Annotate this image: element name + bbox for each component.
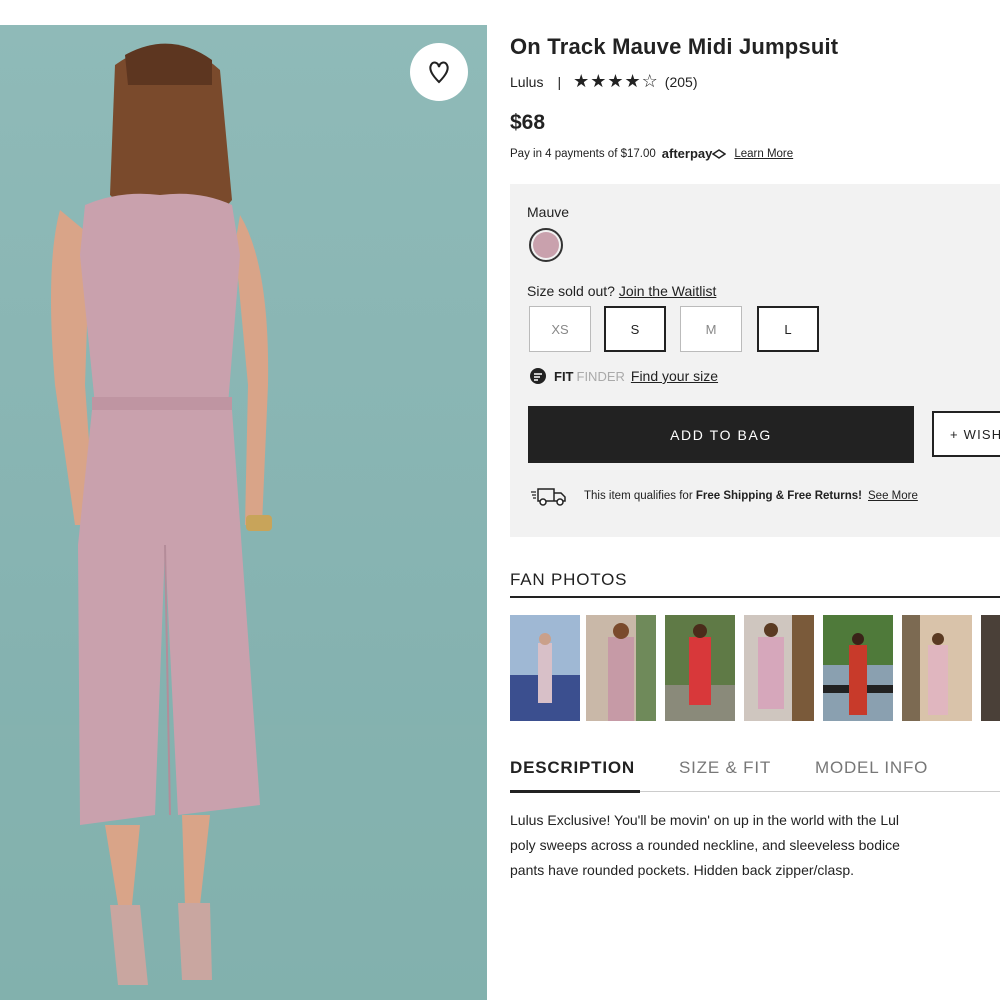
afterpay-logo: afterpay xyxy=(661,146,713,161)
product-title: On Track Mauve Midi Jumpsuit xyxy=(510,34,839,59)
favorite-heart-button[interactable] xyxy=(410,43,468,101)
product-main-photo xyxy=(0,25,487,1000)
fan-photo-thumbnail[interactable] xyxy=(510,615,580,721)
fan-photo-thumbnail[interactable] xyxy=(744,615,814,721)
size-soldout-row: Size sold out? Join the Waitlist xyxy=(527,283,716,299)
fan-photo-thumbnail[interactable] xyxy=(586,615,656,721)
fit-finder-label-light: FINDER xyxy=(576,368,625,384)
product-description: Lulus Exclusive! You'll be movin' on up … xyxy=(510,808,1000,883)
size-option-m[interactable]: M xyxy=(680,306,742,352)
see-more-link[interactable]: See More xyxy=(868,490,918,502)
size-option-s[interactable]: S xyxy=(604,306,666,352)
afterpay-row: Pay in 4 payments of $17.00 afterpay Lea… xyxy=(510,146,793,161)
size-soldout-text: Size sold out? xyxy=(527,283,615,299)
description-line: poly sweeps across a rounded neckline, a… xyxy=(510,837,900,853)
installment-text: Pay in 4 payments of $17.00 xyxy=(510,147,656,160)
shipping-text: This item qualifies for xyxy=(584,490,693,502)
fan-photos-divider xyxy=(510,596,1000,598)
color-swatch-mauve[interactable] xyxy=(529,228,563,262)
tab-model-info[interactable]: MODEL INFO xyxy=(815,758,928,778)
wishlist-button[interactable]: + WISH xyxy=(932,411,1000,457)
brand-link[interactable]: Lulus xyxy=(510,74,543,90)
fit-finder-label: FIT xyxy=(554,368,574,384)
shipping-row: This item qualifies for Free Shipping & … xyxy=(530,485,918,507)
tab-description[interactable]: DESCRIPTION xyxy=(510,758,635,778)
tab-size-fit[interactable]: SIZE & FIT xyxy=(679,758,771,778)
separator: | xyxy=(557,73,562,90)
active-tab-indicator xyxy=(510,790,640,793)
fit-finder-row: FIT FINDER Find your size xyxy=(529,367,718,385)
fan-photos-heading: FAN PHOTOS xyxy=(510,570,628,589)
review-count[interactable]: (205) xyxy=(665,74,698,90)
fan-photo-thumbnail[interactable] xyxy=(902,615,972,721)
heart-icon xyxy=(429,61,449,84)
description-line: pants have rounded pockets. Hidden back … xyxy=(510,862,854,878)
join-waitlist-link[interactable]: Join the Waitlist xyxy=(619,283,717,299)
learn-more-link[interactable]: Learn More xyxy=(734,148,793,160)
delivery-truck-icon xyxy=(531,488,566,506)
description-line: Lulus Exclusive! You'll be movin' on up … xyxy=(510,812,900,828)
size-option-l[interactable]: L xyxy=(757,306,819,352)
star-rating[interactable]: ★★★★☆ xyxy=(573,71,659,92)
product-price: $68 xyxy=(510,111,546,134)
afterpay-arrows-icon xyxy=(712,148,727,159)
swatch-fill xyxy=(533,232,559,258)
fan-photo-thumbnail[interactable] xyxy=(665,615,735,721)
product-info-tabs: DESCRIPTION SIZE & FIT MODEL INFO xyxy=(510,758,1000,798)
brand-rating-row: Lulus | ★★★★☆ (205) xyxy=(510,71,697,92)
fan-photo-thumbnail[interactable] xyxy=(981,615,1000,721)
fan-photo-thumbnail[interactable] xyxy=(823,615,893,721)
color-label: Mauve xyxy=(527,204,570,220)
find-your-size-link[interactable]: Find your size xyxy=(631,368,718,384)
free-shipping-text: Free Shipping & Free Returns! xyxy=(695,490,862,502)
fit-finder-icon xyxy=(530,368,546,384)
size-option-xs[interactable]: XS xyxy=(529,306,591,352)
add-to-bag-button[interactable]: ADD TO BAG xyxy=(528,406,914,463)
